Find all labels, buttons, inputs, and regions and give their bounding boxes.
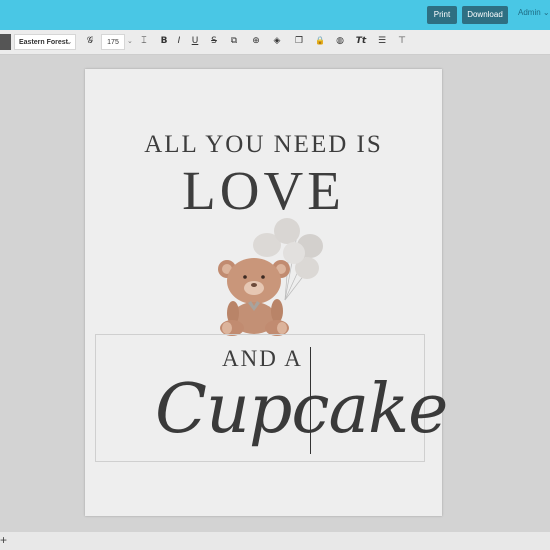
glyph-icon[interactable]: 𝒢 <box>84 36 96 46</box>
top-bar: Print Download Admin ⌄ <box>0 0 550 30</box>
link-icon[interactable]: ⧉ <box>228 36 240 46</box>
color-swatch[interactable] <box>0 34 11 50</box>
lock-icon[interactable]: 🔒 <box>314 36 326 45</box>
duplicate-icon[interactable]: ⊕ <box>250 36 262 46</box>
headline-line1[interactable]: ALL YOU NEED IS <box>85 131 442 159</box>
font-family-value: Eastern Forest <box>19 39 69 46</box>
admin-menu[interactable]: Admin ⌄ <box>518 8 550 17</box>
copy-icon[interactable]: ❐ <box>293 36 305 46</box>
chevron-down-icon: ⌄ <box>66 39 72 46</box>
font-size-input[interactable]: 175 <box>101 34 125 50</box>
italic-icon[interactable]: I <box>173 36 185 46</box>
layers-icon[interactable]: ◈ <box>271 36 283 46</box>
underline-icon[interactable]: U <box>189 36 201 46</box>
chevron-down-icon[interactable]: ⌄ <box>127 37 133 45</box>
download-button[interactable]: Download <box>462 6 508 24</box>
headline-line2[interactable]: LOVE <box>85 159 442 222</box>
cupcake-script-text[interactable]: Cupcake <box>155 370 448 449</box>
text-transform-icon[interactable]: Tt <box>355 36 367 46</box>
chevron-down-icon: ⌄ <box>542 8 550 17</box>
strikethrough-icon[interactable]: S <box>208 36 220 46</box>
font-family-select[interactable]: Eastern Forest ⌄ <box>14 34 76 50</box>
bold-icon[interactable]: B <box>158 36 170 46</box>
add-page-button[interactable]: + <box>0 533 7 547</box>
line-height-icon[interactable]: ⌶ <box>138 36 150 46</box>
teddy-bear-balloons-image[interactable] <box>215 215 335 339</box>
list-icon[interactable]: ☰ <box>376 36 388 46</box>
admin-label: Admin <box>518 8 541 17</box>
text-cursor <box>310 347 311 454</box>
print-button[interactable]: Print <box>427 6 457 24</box>
color-icon[interactable]: ◍ <box>334 36 346 46</box>
bottom-bar <box>0 532 550 550</box>
and-a-text[interactable]: AND A <box>222 346 303 372</box>
align-icon[interactable]: ⊤ <box>396 36 408 46</box>
